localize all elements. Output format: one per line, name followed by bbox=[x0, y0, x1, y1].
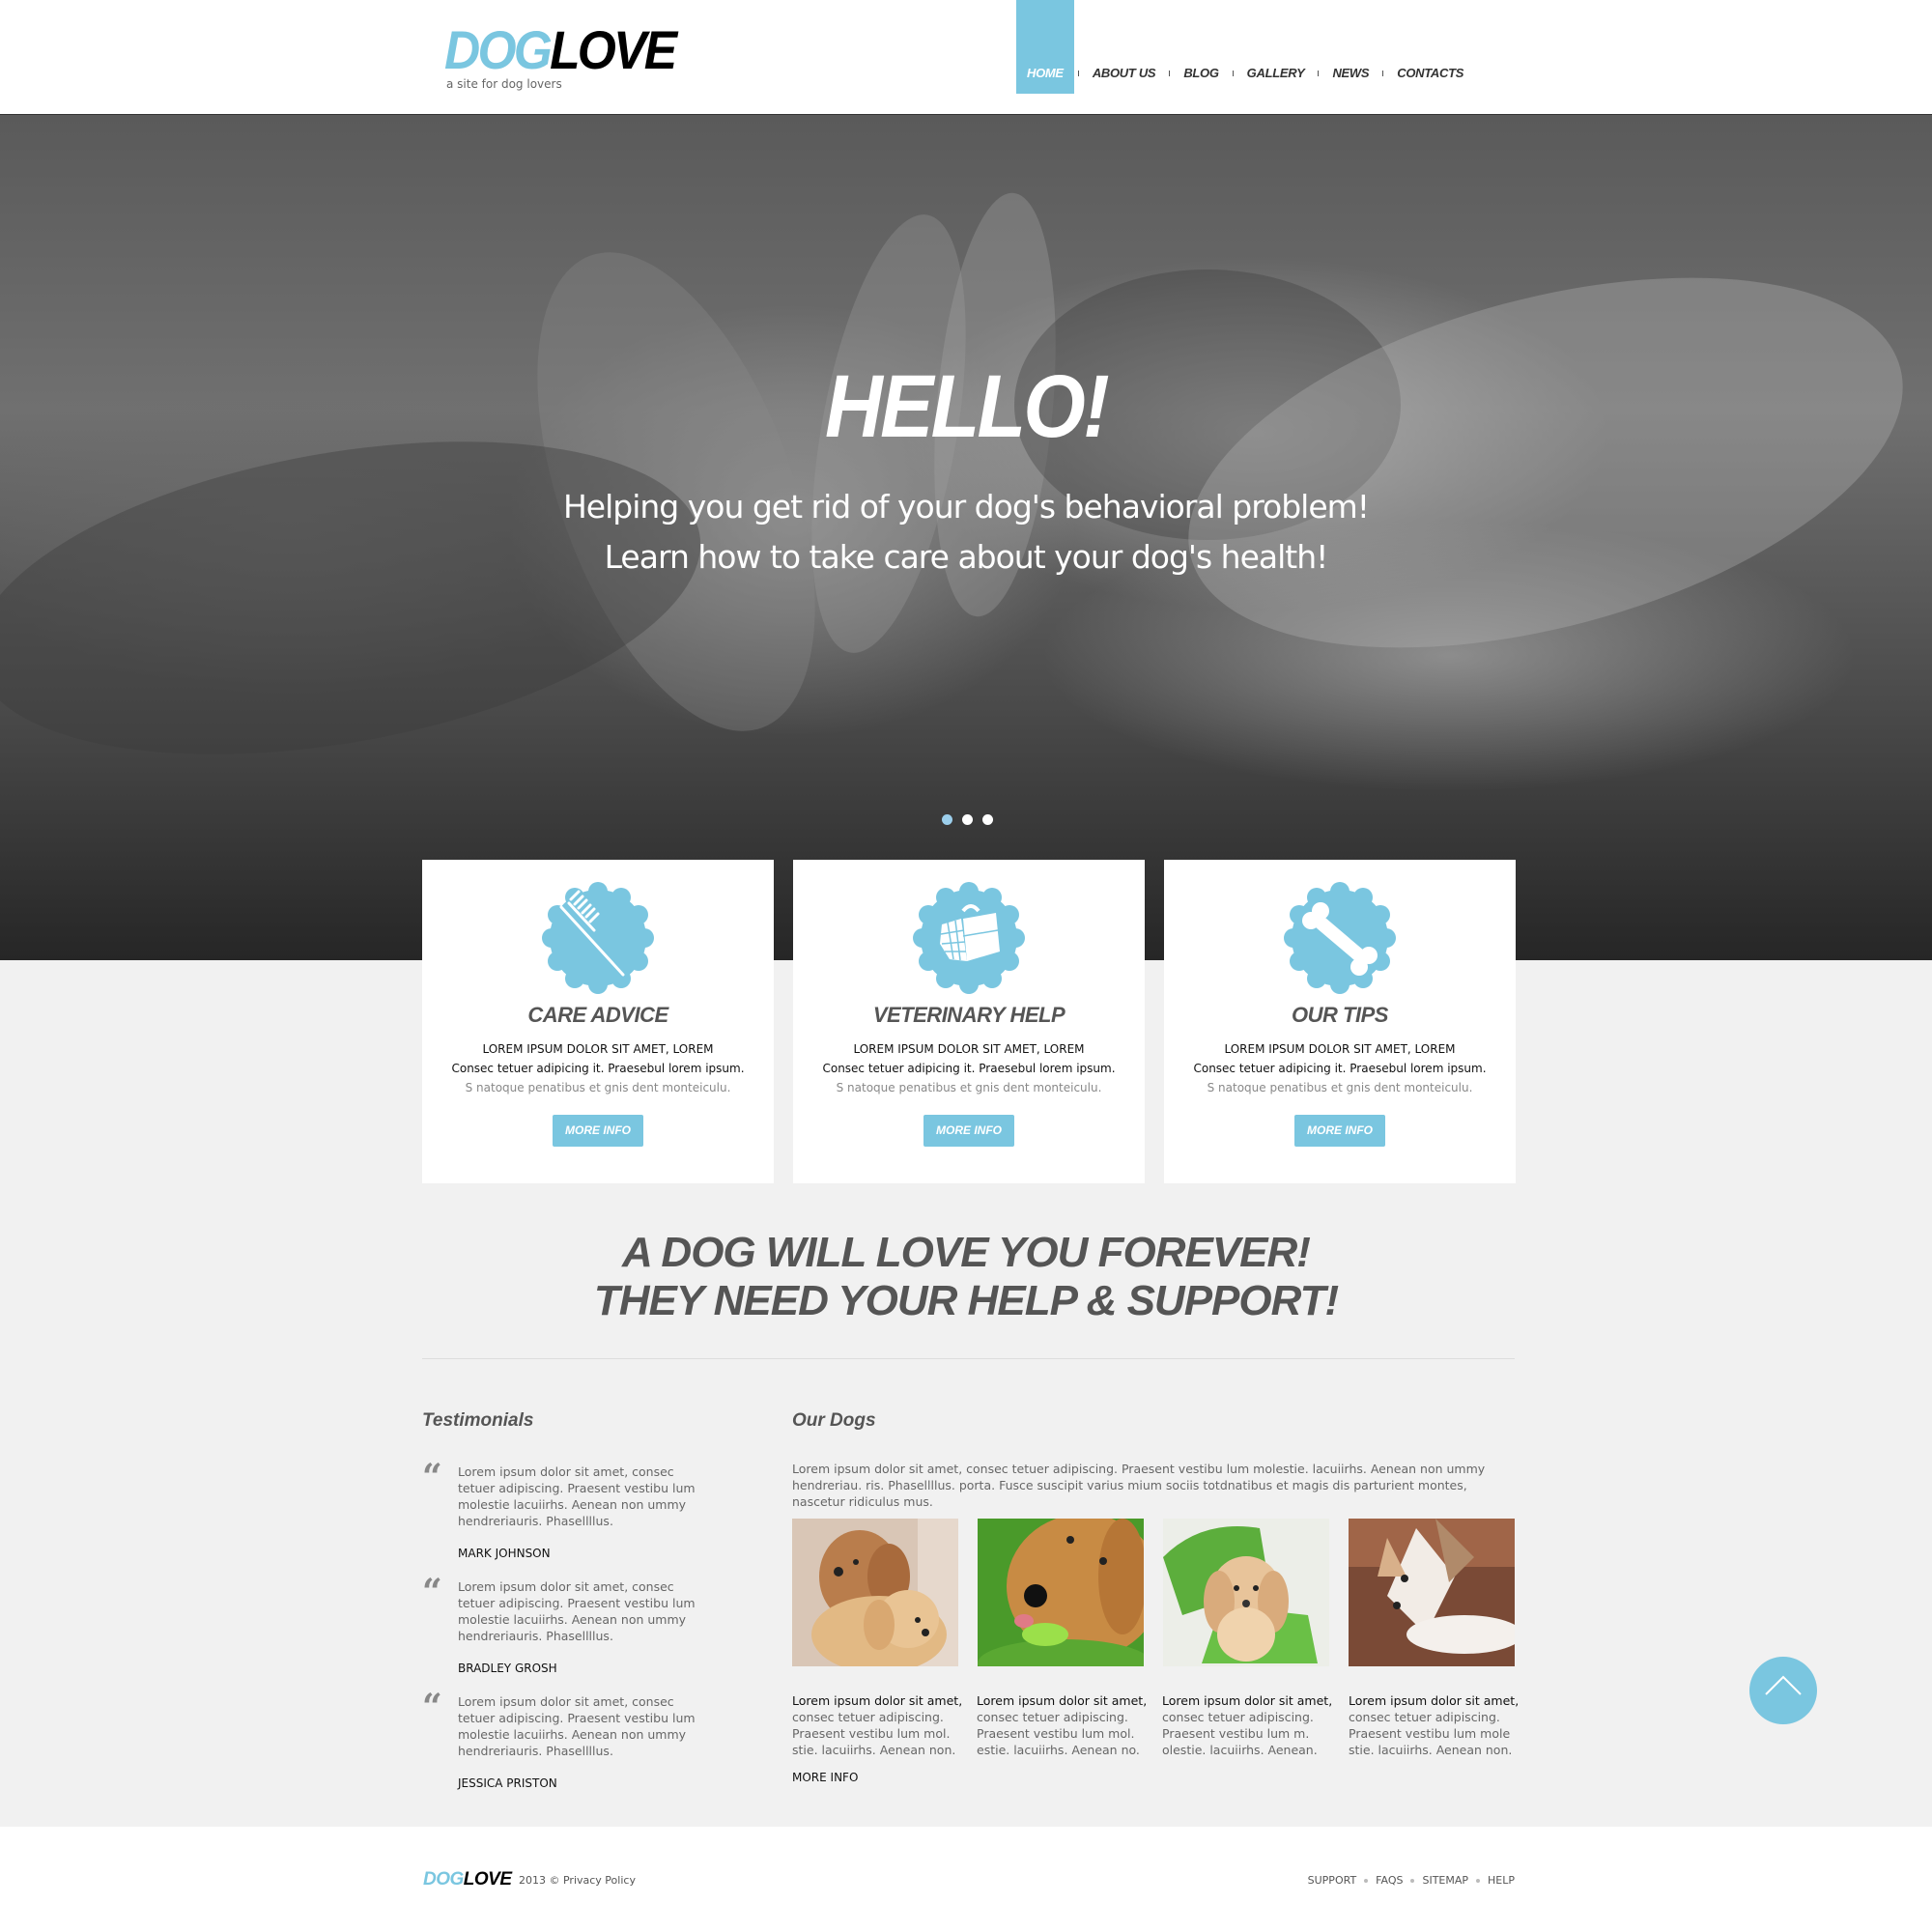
nav-separator bbox=[1169, 71, 1171, 76]
footer-links: SUPPORT FAQS SITEMAP HELP bbox=[1308, 1874, 1515, 1887]
site-footer: DOGLOVE 2013 © Privacy Policy SUPPORT FA… bbox=[0, 1827, 1932, 1932]
dog-caption-text: consec tetuer adipiscing. Praesent vesti… bbox=[1349, 1710, 1513, 1757]
section-divider bbox=[422, 1358, 1515, 1359]
hero-subtitle-2: Learn how to take care about your dog's … bbox=[604, 538, 1329, 576]
slogan-line-2: THEY NEED YOUR HELP & SUPPORT! bbox=[593, 1277, 1339, 1324]
back-to-top-button[interactable] bbox=[1749, 1657, 1817, 1724]
dog-photo-golden-retriever[interactable] bbox=[978, 1519, 1144, 1666]
testimonial-author: BRADLEY GROSH bbox=[458, 1662, 557, 1675]
bone-icon bbox=[1284, 882, 1396, 994]
feature-title: CARE ADVICE bbox=[527, 1003, 668, 1027]
feature-text-line: LOREM IPSUM DOLOR SIT AMET, LOREM bbox=[853, 1042, 1085, 1056]
feature-text-line: Consec tetuer adipicing it. Praesebul lo… bbox=[451, 1062, 745, 1075]
dog-caption-lead: Lorem ipsum dolor sit amet, bbox=[1162, 1693, 1333, 1708]
nav-separator bbox=[1077, 71, 1079, 76]
testimonial-author: JESSICA PRISTON bbox=[458, 1776, 557, 1790]
bullet-separator bbox=[1410, 1878, 1415, 1883]
quote-icon: “ bbox=[422, 1457, 442, 1497]
feature-text-line: S natoque penatibus et gnis dent monteic… bbox=[465, 1081, 731, 1094]
hero-title: HELLO! bbox=[825, 357, 1110, 456]
comb-icon bbox=[542, 882, 654, 994]
feature-title: OUR TIPS bbox=[1292, 1003, 1388, 1027]
nav-separator bbox=[1232, 71, 1234, 76]
footer-link-faqs[interactable]: FAQS bbox=[1376, 1874, 1403, 1887]
pet-carrier-icon bbox=[913, 882, 1025, 994]
slider-pagination bbox=[942, 814, 993, 825]
nav-home[interactable]: HOME bbox=[1016, 0, 1074, 94]
nav-separator bbox=[1382, 71, 1384, 76]
dogs-more-info-link[interactable]: MORE INFO bbox=[792, 1771, 858, 1784]
slider-dot-2[interactable] bbox=[962, 814, 973, 825]
main-nav: HOME ABOUT US BLOG GALLERY NEWS CONTACTS bbox=[1016, 0, 1473, 94]
footer-logo-part-love: LOVE bbox=[463, 1869, 512, 1889]
footer-logo[interactable]: DOGLOVE bbox=[423, 1869, 512, 1890]
dog-caption-text: consec tetuer adipiscing. Praesent vesti… bbox=[792, 1710, 956, 1757]
footer-link-support[interactable]: SUPPORT bbox=[1308, 1874, 1357, 1887]
feature-card-our-tips: OUR TIPS LOREM IPSUM DOLOR SIT AMET, LOR… bbox=[1164, 860, 1516, 1183]
dog-caption-text: consec tetuer adipiscing. Praesent vesti… bbox=[977, 1710, 1140, 1757]
hero-slider: HELLO! Helping you get rid of your dog's… bbox=[0, 115, 1932, 960]
dog-photo-dog-on-floor[interactable] bbox=[1349, 1519, 1515, 1666]
testimonial-text: Lorem ipsum dolor sit amet, consec tetue… bbox=[458, 1694, 696, 1758]
logo-part-love: LOVE bbox=[550, 19, 677, 80]
dog-caption: Lorem ipsum dolor sit amet, consec tetuer… bbox=[1162, 1692, 1346, 1758]
feature-card-care-advice: CARE ADVICE LOREM IPSUM DOLOR SIT AMET, … bbox=[422, 860, 774, 1183]
feature-text-line: LOREM IPSUM DOLOR SIT AMET, LOREM bbox=[1224, 1042, 1456, 1056]
more-info-button[interactable]: MORE INFO bbox=[1294, 1115, 1385, 1147]
feature-text-line: S natoque penatibus et gnis dent monteic… bbox=[1207, 1081, 1473, 1094]
testimonial-text: Lorem ipsum dolor sit amet, consec tetue… bbox=[458, 1464, 696, 1528]
dog-caption: Lorem ipsum dolor sit amet, consec tetuer… bbox=[792, 1692, 976, 1758]
hero-subtitle-1: Helping you get rid of your dog's behavi… bbox=[562, 488, 1370, 526]
quote-icon: “ bbox=[422, 1572, 442, 1612]
feature-card-veterinary-help: VETERINARY HELP LOREM IPSUM DOLOR SIT AM… bbox=[793, 860, 1145, 1183]
footer-link-help[interactable]: HELP bbox=[1488, 1874, 1515, 1887]
testimonial-text: Lorem ipsum dolor sit amet, consec tetue… bbox=[458, 1579, 696, 1643]
footer-copyright[interactable]: 2013 © Privacy Policy bbox=[519, 1874, 636, 1887]
footer-link-sitemap[interactable]: SITEMAP bbox=[1422, 1874, 1468, 1887]
our-dogs-heading: Our Dogs bbox=[792, 1410, 876, 1431]
nav-blog[interactable]: BLOG bbox=[1174, 0, 1228, 94]
dog-caption-lead: Lorem ipsum dolor sit amet, bbox=[977, 1693, 1148, 1708]
bullet-separator bbox=[1476, 1878, 1481, 1883]
feature-text-line: LOREM IPSUM DOLOR SIT AMET, LOREM bbox=[482, 1042, 714, 1056]
logo-part-dog: DOG bbox=[444, 19, 553, 80]
nav-news[interactable]: NEWS bbox=[1322, 0, 1378, 94]
nav-gallery[interactable]: GALLERY bbox=[1237, 0, 1315, 94]
slider-dot-3[interactable] bbox=[982, 814, 993, 825]
testimonial-author: MARK JOHNSON bbox=[458, 1547, 551, 1560]
feature-title: VETERINARY HELP bbox=[872, 1003, 1065, 1027]
feature-text-line: Consec tetuer adipicing it. Praesebul lo… bbox=[822, 1062, 1116, 1075]
more-info-button[interactable]: MORE INFO bbox=[553, 1115, 643, 1147]
testimonials-heading: Testimonials bbox=[422, 1410, 534, 1431]
dog-caption-lead: Lorem ipsum dolor sit amet, bbox=[792, 1693, 963, 1708]
site-logo[interactable]: DOGLOVE a site for dog lovers bbox=[444, 19, 695, 92]
feature-text-line: S natoque penatibus et gnis dent monteic… bbox=[836, 1081, 1102, 1094]
slider-dot-1[interactable] bbox=[942, 814, 952, 825]
nav-about-us[interactable]: ABOUT US bbox=[1083, 0, 1166, 94]
footer-logo-part-dog: DOG bbox=[423, 1869, 464, 1889]
our-dogs-intro: Lorem ipsum dolor sit amet, consec tetue… bbox=[792, 1462, 1486, 1509]
feature-text-line: Consec tetuer adipicing it. Praesebul lo… bbox=[1193, 1062, 1487, 1075]
bullet-separator bbox=[1364, 1878, 1369, 1883]
dog-caption-lead: Lorem ipsum dolor sit amet, bbox=[1349, 1693, 1520, 1708]
dog-caption-text: consec tetuer adipiscing. Praesent vesti… bbox=[1162, 1710, 1318, 1757]
dog-photo-cocker-spaniel[interactable] bbox=[1163, 1519, 1329, 1666]
dog-photo-dachshund-puppies[interactable] bbox=[792, 1519, 958, 1666]
quote-icon: “ bbox=[422, 1687, 442, 1727]
chevron-up-icon bbox=[1765, 1675, 1802, 1695]
dog-caption: Lorem ipsum dolor sit amet, consec tetuer… bbox=[1349, 1692, 1532, 1758]
site-header: DOGLOVE a site for dog lovers HOME ABOUT… bbox=[0, 0, 1932, 115]
more-info-button[interactable]: MORE INFO bbox=[923, 1115, 1014, 1147]
nav-separator bbox=[1318, 71, 1320, 76]
slogan-line-1: A DOG WILL LOVE YOU FOREVER! bbox=[622, 1229, 1311, 1276]
dog-caption: Lorem ipsum dolor sit amet, consec tetuer… bbox=[977, 1692, 1160, 1758]
nav-contacts[interactable]: CONTACTS bbox=[1387, 0, 1473, 94]
